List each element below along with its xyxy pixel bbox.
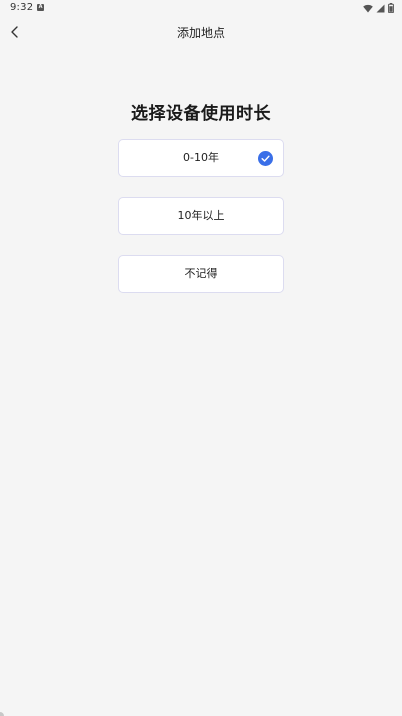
option-over-10-years[interactable]: 10年以上 (118, 197, 284, 235)
status-bar: 9:32 A (0, 0, 402, 18)
notification-icon: A (37, 4, 44, 11)
option-0-10-years[interactable]: 0-10年 (118, 139, 284, 177)
option-label: 不记得 (184, 267, 218, 280)
battery-icon (388, 3, 394, 13)
status-time: 9:32 (10, 2, 34, 13)
gesture-handle (0, 712, 4, 716)
question-heading: 选择设备使用时长 (131, 104, 271, 124)
wifi-icon (363, 4, 373, 12)
status-icons (363, 3, 394, 13)
app-header: 添加地点 (0, 18, 402, 46)
page-title: 添加地点 (176, 26, 225, 40)
cell-signal-icon (376, 4, 385, 12)
check-circle-icon (258, 151, 273, 166)
option-label: 10年以上 (177, 209, 225, 222)
option-dont-remember[interactable]: 不记得 (118, 255, 284, 293)
